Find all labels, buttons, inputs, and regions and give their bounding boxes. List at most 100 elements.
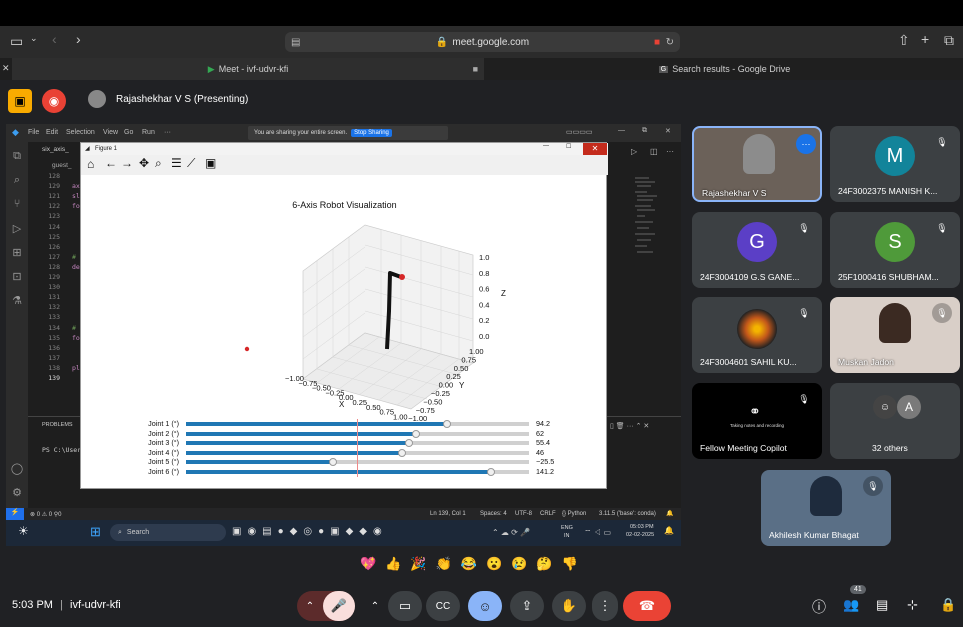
fig-minimize-icon[interactable]: — [543,143,549,149]
participant-tile[interactable]: 24F3004601 SAHIL KU... 🎙 [692,297,822,373]
more-actions-icon[interactable]: ··· [666,147,674,156]
zoom-icon[interactable]: ⌕ [155,156,162,171]
edit-axis-icon[interactable]: ⟋ [187,156,195,171]
joint-slider-handle[interactable] [329,458,338,467]
host-controls-icon[interactable]: 🔒 [940,597,956,613]
participant-tile[interactable]: G 24F3004109 G.S GANE... 🎙 [692,212,822,288]
explorer-icon[interactable]: ⧉ [10,150,24,164]
line-ending[interactable]: CRLF [540,511,556,517]
reaction-emoji[interactable]: 👎 [562,556,578,572]
indentation[interactable]: Spaces: 4 [480,511,507,517]
people-icon[interactable]: 👥 [843,597,859,613]
pan-icon[interactable]: ✥ [139,156,149,170]
meeting-info-icon[interactable]: ⓘ [812,597,826,617]
participant-tile[interactable]: M 24F3002375 MANISH K... 🎙 [830,126,960,202]
tab-meet[interactable]: ▶ Meet - ivf-udvr-kfi ■ [12,58,484,80]
joint-slider-handle[interactable] [442,420,451,428]
layout-icon[interactable]: ▭▭▭▭ [566,128,592,136]
menu-run[interactable]: Run [142,129,155,136]
save-icon[interactable]: ▣ [205,156,216,170]
sidebar-icon[interactable]: ▭ [10,33,23,50]
back-arrow-icon[interactable]: ← [105,156,117,170]
mic-options-icon[interactable]: ⌃ [297,591,323,621]
menu-selection[interactable]: Selection [66,129,95,136]
participant-tile[interactable]: S 25F1000416 SHUBHAM... 🎙 [830,212,960,288]
cursor-position[interactable]: Ln 139, Col 1 [430,511,466,517]
url-bar[interactable]: ▤ 🔒 meet.google.com ■ ↻ [285,32,680,52]
menu-view[interactable]: View [103,129,118,136]
remote-indicator-icon[interactable]: ⚡ [6,508,24,520]
minimize-icon[interactable]: — [618,127,625,134]
joint-slider-handle[interactable] [411,429,420,438]
menu-edit[interactable]: Edit [46,129,58,136]
close-tab-icon[interactable]: ✕ [2,63,10,74]
reaction-emoji[interactable]: 💖 [360,556,376,572]
home-icon[interactable]: ⌂ [87,157,94,171]
reaction-emoji[interactable]: 🎉 [410,556,426,572]
participant-tile[interactable]: ⚭ Taking notes and recording Fellow Meetin… [692,383,822,459]
account-icon[interactable]: ◯ [10,462,24,476]
explorer-tab[interactable]: six_axis_ [42,146,69,153]
menu-more[interactable]: ··· [164,129,171,136]
windows-start-icon[interactable]: ⊞ [90,524,101,540]
source-control-icon[interactable]: ⑂ [10,198,24,212]
testing-icon[interactable]: ⚗ [10,294,24,308]
run-icon[interactable]: ▷ [631,147,637,156]
fig-maximize-icon[interactable]: ☐ [566,143,571,150]
wifi-volume-battery-icons[interactable]: ⌔ ◁ ▭ [584,528,611,538]
notification-bell-icon[interactable]: 🔔 [664,526,674,535]
record-icon[interactable]: ◉ [42,89,66,113]
mic-off-icon[interactable]: 🎤 [323,591,355,621]
reaction-emoji[interactable]: 😢 [511,556,527,572]
share-icon[interactable]: ⇧ [898,32,910,49]
close-icon[interactable]: ✕ [665,127,671,135]
raise-hand-icon[interactable]: ✋ [552,591,586,621]
tray-icons[interactable]: ⌃ ☁ ⟳ 🎤 [492,528,530,537]
reaction-emoji[interactable]: 😮 [486,556,502,572]
participant-tile[interactable]: Rajashekhar V S ⋯ [692,126,822,202]
taskbar-apps[interactable]: ▣◉▤●◆◎●▣◆◆◉ [232,526,388,537]
participant-tile[interactable]: Akhilesh Kumar Bhagat 🎙 [761,470,891,546]
more-options-icon[interactable]: ⋮ [592,591,618,621]
emoji-icon[interactable]: ☺ [468,591,502,621]
participant-tile[interactable]: Muskan Jadon 🎙 [830,297,960,373]
forward-icon[interactable]: › [76,31,81,47]
extensions-icon[interactable]: ⊞ [10,246,24,260]
forward-arrow-icon[interactable]: → [121,156,133,170]
new-tab-icon[interactable]: + [921,31,929,47]
joint-slider-handle[interactable] [404,439,413,448]
menu-file[interactable]: File [28,129,39,136]
present-off-icon[interactable]: ▣ [8,89,32,113]
captions-icon[interactable]: CC [426,591,460,621]
chevron-down-icon[interactable]: ⌄ [30,33,38,44]
chat-icon[interactable]: ▤ [876,597,888,613]
reload-icon[interactable]: ↻ [666,37,674,48]
split-editor-icon[interactable]: ◫ [650,147,658,156]
menu-go[interactable]: Go [124,129,133,136]
language-indicator[interactable]: ENG [561,525,573,531]
notifications-icon[interactable]: 🔔 [666,510,673,517]
leave-call-icon[interactable]: ☎ [623,591,671,621]
fig-close-button[interactable]: ✕ [583,143,607,155]
python-interpreter[interactable]: 3.11.5 ('base': conda) [599,511,656,517]
reaction-emoji[interactable]: 😂 [461,556,477,572]
language-mode[interactable]: {} Python [562,511,586,517]
camera-options-icon[interactable]: ⌃ [362,591,388,621]
taskbar-search[interactable]: ⌕ Search [110,524,226,541]
search-icon[interactable]: ⌕ [10,174,24,188]
tab-drive[interactable]: G Search results - Google Drive [486,58,963,80]
tab-overview-icon[interactable]: ⧉ [944,32,954,49]
reaction-emoji[interactable]: 🤔 [536,556,552,572]
joint-slider-handle[interactable] [398,448,407,457]
run-debug-icon[interactable]: ▷ [10,222,24,236]
weather-icon[interactable]: ☀ [18,524,29,538]
participant-tile[interactable]: A ☺ 32 others [830,383,960,459]
problems-tab[interactable]: PROBLEMS [42,422,73,428]
back-icon[interactable]: ‹ [52,31,57,47]
stop-sharing-button[interactable]: Stop Sharing [351,129,392,137]
reaction-emoji[interactable]: 👍 [385,556,401,572]
panel-controls[interactable]: ▯ 🗑 ··· ⌃ ✕ [610,422,649,430]
activities-icon[interactable]: ⊹ [907,597,918,613]
joint-slider-handle[interactable] [487,468,496,476]
configure-icon[interactable]: ☰ [171,156,182,170]
